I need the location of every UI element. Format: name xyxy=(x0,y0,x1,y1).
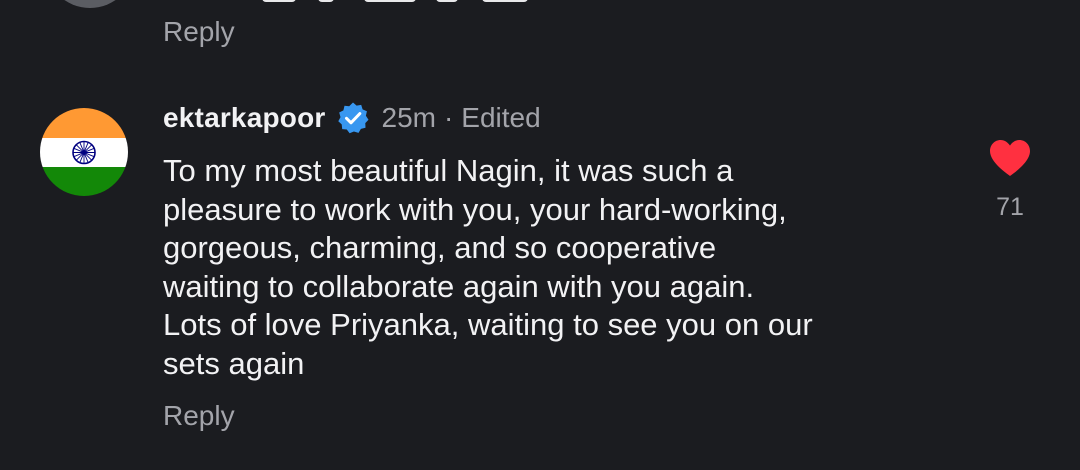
comments-screen: Reply ektarkapoor 25m · Edited To my mos… xyxy=(0,0,1080,470)
comment-header: ektarkapoor 25m · Edited xyxy=(163,100,541,136)
comment-text-line: waiting to collaborate again with you ag… xyxy=(163,268,755,304)
comment-reply-button[interactable]: Reply xyxy=(163,400,235,432)
comment-timestamp: 25m xyxy=(381,102,436,133)
previous-comment-text-remnant xyxy=(482,0,528,2)
comment-text: To my most beautiful Nagin, it was such … xyxy=(163,152,963,384)
previous-comment-reply-button[interactable]: Reply xyxy=(163,16,235,48)
previous-comment-text-remnant xyxy=(318,0,334,2)
verified-badge-icon xyxy=(336,101,370,135)
india-flag-avatar[interactable] xyxy=(40,108,128,196)
comment-username[interactable]: ektarkapoor xyxy=(163,102,326,134)
previous-comment-text-remnant xyxy=(364,0,416,2)
previous-comment-avatar[interactable] xyxy=(45,0,135,8)
heart-icon[interactable] xyxy=(988,138,1032,178)
comment-text-line: pleasure to work with you, your hard-wor… xyxy=(163,191,787,227)
comment-text-line: sets again xyxy=(163,345,305,381)
comment-text-line: gorgeous, charming, and so cooperative xyxy=(163,230,717,266)
previous-comment-text-remnant xyxy=(262,0,296,2)
like-count: 71 xyxy=(996,193,1024,221)
separator-dot: · xyxy=(443,102,454,133)
india-flag-icon xyxy=(40,108,128,196)
previous-comment-text-remnant xyxy=(436,0,458,2)
comment-text-line: Lots of love Priyanka, waiting to see yo… xyxy=(163,307,813,343)
comment-text-line: To my most beautiful Nagin, it was such … xyxy=(163,153,734,188)
edited-label: Edited xyxy=(461,102,541,133)
